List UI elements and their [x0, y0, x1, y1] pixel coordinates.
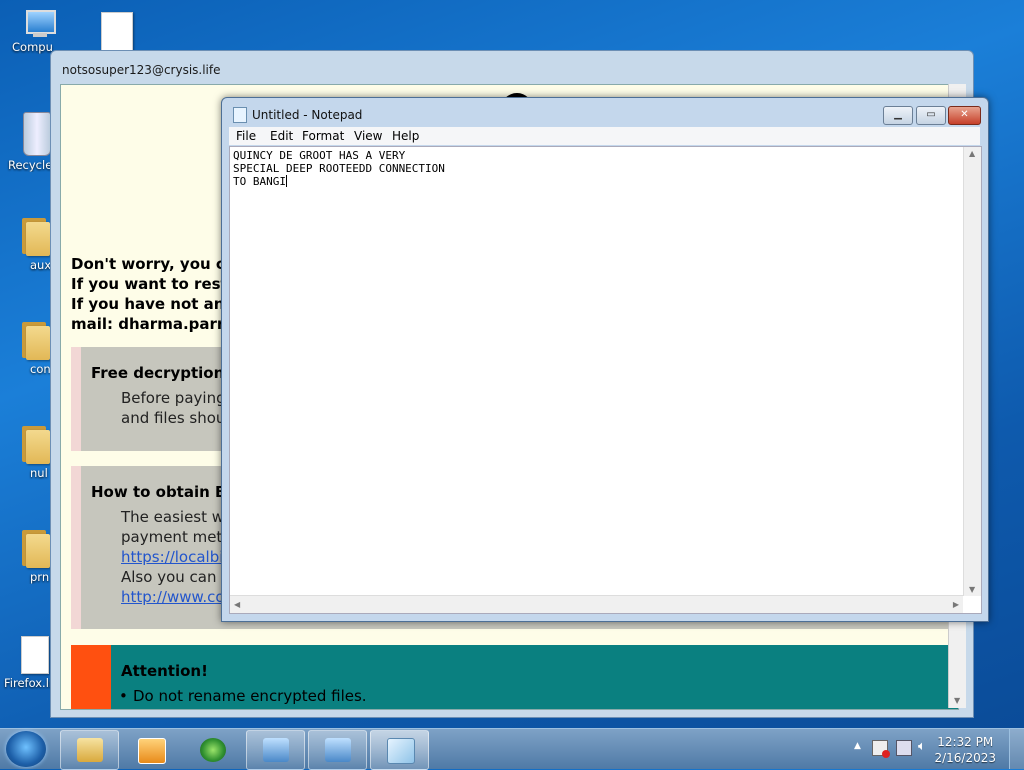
editor-text: QUINCY DE GROOT HAS A VERY SPECIAL DEEP …: [233, 149, 445, 188]
menu-file[interactable]: File: [236, 129, 256, 143]
scroll-down-arrow-icon[interactable]: ▼: [954, 696, 960, 705]
installer-icon: [325, 738, 351, 762]
menu-help[interactable]: Help: [392, 129, 419, 143]
scroll-down-arrow-icon[interactable]: ▼: [969, 585, 975, 594]
folder-icon: [20, 528, 50, 568]
folder-icon: [20, 424, 50, 464]
ransom-line: If you want to restor: [71, 275, 246, 293]
start-button[interactable]: [6, 731, 46, 767]
show-hidden-icons-icon[interactable]: ▲: [854, 741, 861, 751]
vertical-scrollbar[interactable]: ▲ ▼: [963, 147, 981, 596]
notepad-icon: [387, 738, 415, 764]
installer-icon: [263, 738, 289, 762]
windows-media-icon: [200, 738, 226, 762]
maximize-button[interactable]: ▭: [916, 106, 946, 125]
clock-date: 2/16/2023: [934, 751, 996, 765]
minimize-button[interactable]: ▁: [883, 106, 913, 125]
editor-line: SPECIAL DEEP ROOTEEDD CONNECTION: [233, 162, 445, 175]
text-editor-area[interactable]: QUINCY DE GROOT HAS A VERY SPECIAL DEEP …: [229, 146, 982, 614]
scroll-left-arrow-icon[interactable]: ◀: [234, 600, 240, 609]
taskbar-installer-button-2[interactable]: [308, 730, 367, 770]
file-icon: [21, 636, 49, 674]
attention-box: Attention! Do not rename encrypted files…: [71, 645, 958, 709]
taskbar-wmp-button[interactable]: [183, 730, 242, 770]
menu-view[interactable]: View: [354, 129, 382, 143]
desktop-icon-file[interactable]: [82, 12, 152, 52]
text-caret: [285, 175, 287, 187]
clock-time: 12:32 PM: [937, 735, 994, 749]
folder-icon: [20, 320, 50, 360]
action-center-icon[interactable]: [872, 740, 890, 758]
folder-icon: [77, 738, 103, 762]
editor-line: QUINCY DE GROOT HAS A VERY: [233, 149, 406, 162]
attention-heading: Attention!: [121, 662, 208, 680]
scroll-up-arrow-icon[interactable]: ▲: [969, 149, 975, 158]
network-icon[interactable]: [896, 740, 912, 756]
notepad-icon: [233, 107, 247, 123]
menu-edit[interactable]: Edit: [270, 129, 293, 143]
taskbar-notepad-button[interactable]: [370, 730, 429, 770]
scroll-right-arrow-icon[interactable]: ▶: [953, 600, 959, 609]
notepad-window[interactable]: Untitled - Notepad ▁ ▭ ✕ File Edit Forma…: [221, 97, 989, 622]
recycle-bin-icon: [23, 112, 51, 156]
editor-line: TO BANGI: [233, 175, 286, 188]
close-button[interactable]: ✕: [948, 106, 981, 125]
desktop-icon-computer[interactable]: Compu: [2, 8, 72, 54]
folder-icon: [20, 216, 50, 256]
show-desktop-button[interactable]: [1009, 729, 1024, 769]
computer-icon: [20, 8, 56, 38]
box-text: The easiest wa: [121, 508, 234, 526]
attention-item: Do not rename encrypted files.: [119, 687, 367, 705]
ransom-contact-line: mail: dharma.parroc: [71, 315, 244, 333]
box-heading: Free decryption a: [91, 364, 240, 382]
clock[interactable]: 12:32 PM 2/16/2023: [934, 734, 996, 766]
taskbar: ▲ 🔈︎ 12:32 PM 2/16/2023: [0, 728, 1024, 770]
taskbar-media-player-button[interactable]: [121, 730, 180, 770]
window-title: notsosuper123@crysis.life: [62, 63, 221, 77]
ransom-line: Don't worry, you can: [71, 255, 246, 273]
file-icon: [101, 12, 133, 52]
horizontal-scrollbar[interactable]: ◀ ▶: [230, 595, 963, 613]
menu-format[interactable]: Format: [302, 129, 344, 143]
system-tray: ▲ 🔈︎ 12:32 PM 2/16/2023: [834, 729, 1024, 769]
window-title: Untitled - Notepad: [252, 108, 363, 122]
taskbar-installer-button[interactable]: [246, 730, 305, 770]
media-player-icon: [138, 738, 166, 764]
menu-bar: File Edit Format View Help: [229, 127, 980, 145]
volume-icon[interactable]: 🔈︎: [918, 739, 926, 754]
taskbar-explorer-button[interactable]: [60, 730, 119, 770]
